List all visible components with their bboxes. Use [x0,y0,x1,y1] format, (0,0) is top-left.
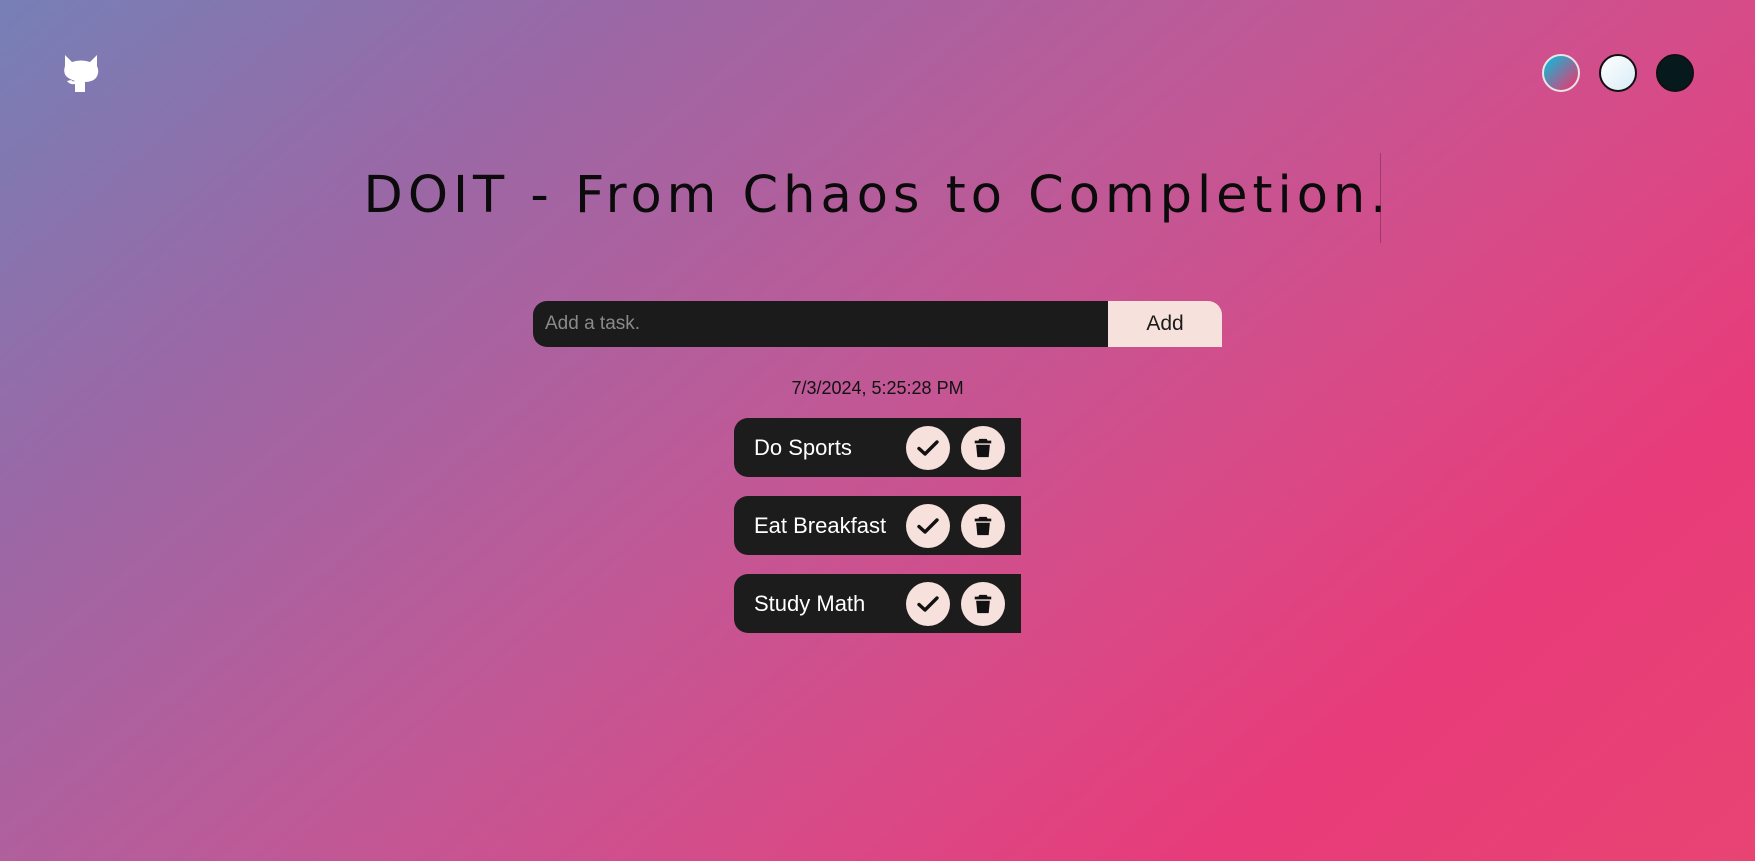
theme-light-button[interactable] [1599,54,1637,92]
github-icon[interactable] [62,52,100,94]
check-icon [917,439,939,456]
task-item: Eat Breakfast [734,496,1021,555]
typing-caret [1380,153,1381,243]
add-button[interactable]: Add [1108,301,1222,347]
page-title: DOIT - From Chaos to Completion. [363,166,1392,225]
task-label: Eat Breakfast [754,512,887,538]
task-list: Do Sports Eat Breakfast Study Math [734,418,1021,652]
task-item: Study Math [734,574,1021,633]
trash-icon [974,516,992,535]
delete-button[interactable] [961,581,1005,626]
trash-icon [974,438,992,457]
delete-button[interactable] [961,425,1005,470]
check-button[interactable] [906,425,950,470]
theme-gradient-button[interactable] [1542,54,1580,92]
check-button[interactable] [906,503,950,548]
task-label: Study Math [754,590,866,616]
task-item: Do Sports [734,418,1021,477]
task-input[interactable] [533,301,1108,347]
datetime-display: 7/3/2024, 5:25:28 PM [791,378,964,398]
add-task-form: Add [533,301,1222,347]
check-icon [917,517,939,534]
theme-dark-button[interactable] [1656,54,1694,92]
task-label: Do Sports [754,434,852,460]
check-icon [917,595,939,612]
trash-icon [974,594,992,613]
delete-button[interactable] [961,503,1005,548]
check-button[interactable] [906,581,950,626]
theme-switcher [1542,54,1694,92]
